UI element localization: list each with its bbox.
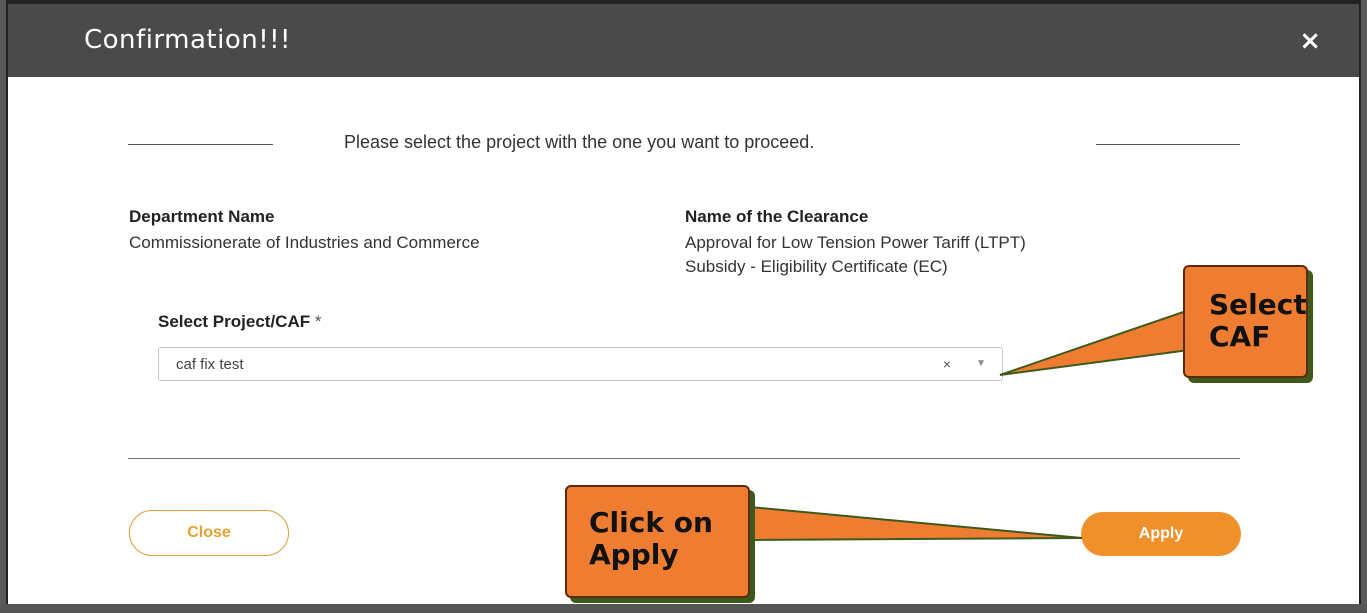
project-select[interactable]: caf fix test × ▼ bbox=[158, 347, 1003, 381]
apply-callout-line2: Apply bbox=[589, 538, 679, 571]
close-button[interactable]: Close bbox=[129, 510, 289, 556]
apply-button[interactable]: Apply bbox=[1081, 512, 1241, 556]
clearance-value-line2: Subsidy - Eligibility Certificate (EC) bbox=[685, 257, 948, 276]
select-caf-callout: Select CAF bbox=[1183, 265, 1308, 378]
divider-left bbox=[128, 144, 273, 145]
department-label: Department Name bbox=[129, 207, 275, 226]
select-caf-callout-line1: Select bbox=[1209, 288, 1307, 321]
project-select-label: Select Project/CAF * bbox=[158, 312, 321, 332]
divider-right bbox=[1096, 144, 1240, 145]
apply-callout: Click on Apply bbox=[565, 485, 750, 598]
clear-icon[interactable]: × bbox=[943, 356, 951, 372]
project-select-label-text: Select Project/CAF bbox=[158, 312, 311, 331]
department-value: Commissionerate of Industries and Commer… bbox=[129, 233, 480, 252]
modal-title: Confirmation!!! bbox=[84, 25, 291, 55]
required-mark: * bbox=[314, 312, 322, 331]
chevron-down-icon[interactable]: ▼ bbox=[976, 358, 986, 369]
clearance-value-line1: Approval for Low Tension Power Tariff (L… bbox=[685, 233, 1026, 252]
apply-callout-line1: Click on bbox=[589, 506, 713, 539]
footer-divider bbox=[128, 458, 1240, 459]
modal-header: Confirmation!!! × bbox=[8, 0, 1359, 77]
instruction-text: Please select the project with the one y… bbox=[344, 132, 815, 152]
backdrop-bottom bbox=[0, 604, 1367, 613]
select-caf-callout-line2: CAF bbox=[1209, 320, 1271, 353]
clearance-label: Name of the Clearance bbox=[685, 207, 869, 226]
close-icon[interactable]: × bbox=[1299, 26, 1321, 56]
project-select-value: caf fix test bbox=[176, 356, 244, 373]
